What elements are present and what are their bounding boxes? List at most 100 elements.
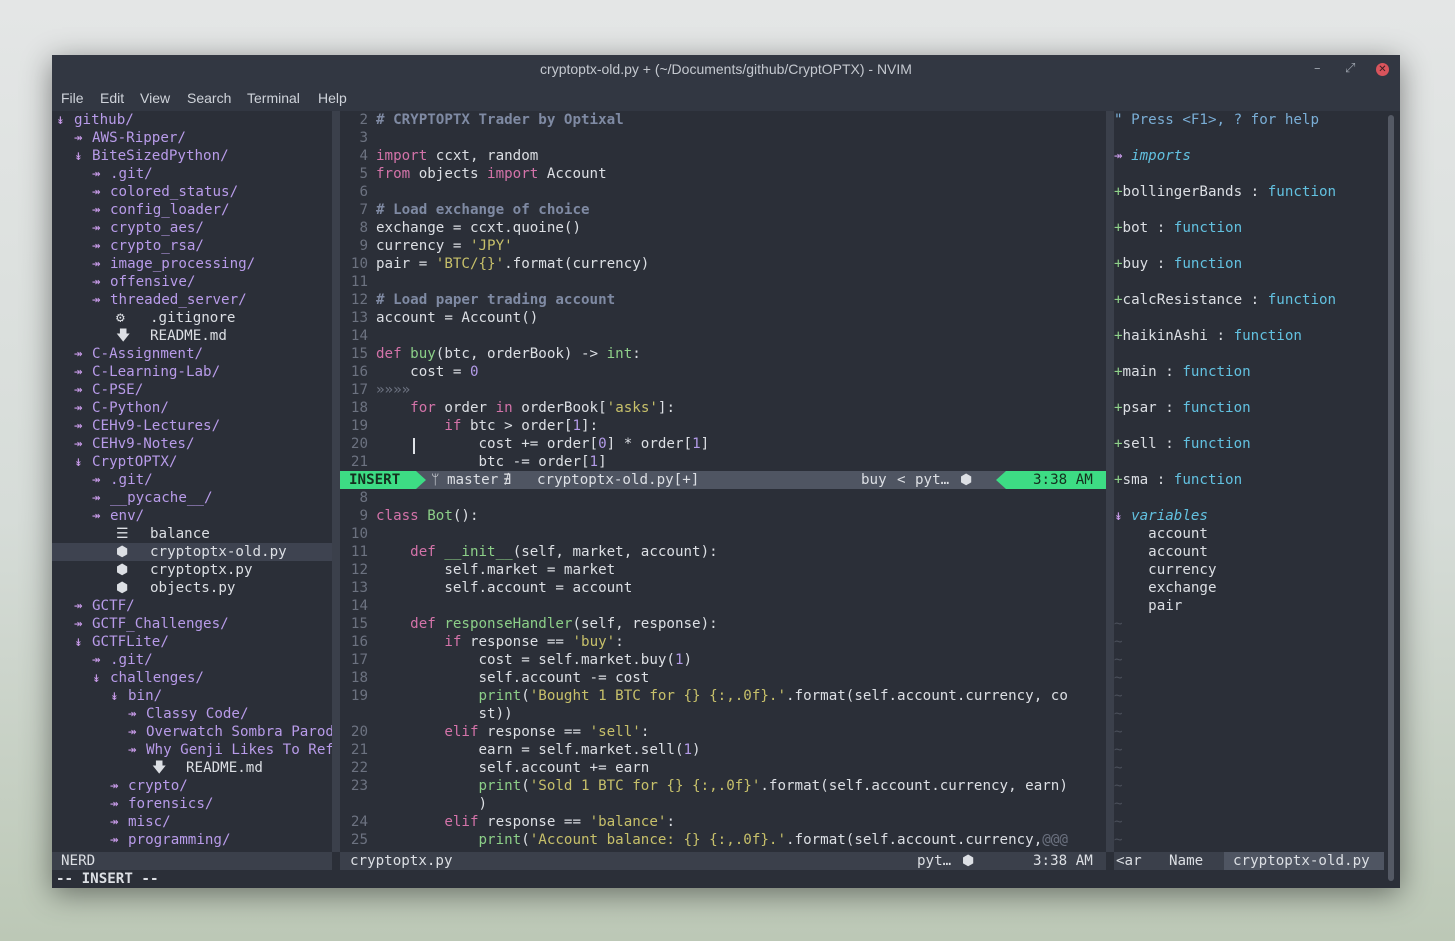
collapsed-arrow-icon[interactable]: ↠ bbox=[92, 651, 101, 669]
tagbar-panel[interactable]: " Press <F1>, ? for help ↠ imports +bollin… bbox=[1114, 111, 1384, 852]
code-line[interactable]: 6 bbox=[340, 183, 1106, 201]
collapsed-arrow-icon[interactable]: ↠ bbox=[74, 399, 83, 417]
terminal-scrollbar[interactable] bbox=[1384, 111, 1400, 888]
code-line[interactable]: 10 pair = 'BTC/{}'.format(currency) bbox=[340, 255, 1106, 273]
tree-row[interactable]: ⚙ .gitignore bbox=[52, 309, 332, 327]
code-line[interactable]: 14 bbox=[340, 327, 1106, 345]
collapsed-arrow-icon[interactable]: ↠ bbox=[92, 165, 101, 183]
code-line[interactable]: 17 cost = self.market.buy(1) bbox=[340, 651, 1106, 669]
tag-function-item[interactable]: +main : function bbox=[1114, 363, 1384, 381]
tree-row[interactable]: ↠ offensive/ bbox=[52, 273, 332, 291]
code-line[interactable]: 4 import ccxt, random bbox=[340, 147, 1106, 165]
tree-row[interactable]: 🡇 README.md bbox=[52, 327, 332, 345]
tree-row[interactable]: ⬢ cryptoptx-old.py bbox=[52, 543, 332, 561]
tag-function-item[interactable]: +sell : function bbox=[1114, 435, 1384, 453]
menu-help[interactable]: Help bbox=[318, 90, 347, 106]
tree-row[interactable]: ↡ bin/ bbox=[52, 687, 332, 705]
code-line[interactable]: 20 cost += order[0] * order[1] bbox=[340, 435, 1106, 453]
tree-row[interactable]: ↠ CEHv9-Lectures/ bbox=[52, 417, 332, 435]
tree-row[interactable]: ↠ GCTF/ bbox=[52, 597, 332, 615]
code-line[interactable]: 17 »»»» bbox=[340, 381, 1106, 399]
menu-terminal[interactable]: Terminal bbox=[247, 90, 300, 106]
terminal-area[interactable]: ↡ github/↠ AWS-Ripper/↡ BiteSizedPython/↠ .g… bbox=[52, 111, 1400, 888]
code-line[interactable]: ) bbox=[340, 795, 1106, 813]
collapsed-arrow-icon[interactable]: ↠ bbox=[110, 813, 119, 831]
collapsed-arrow-icon[interactable]: ↠ bbox=[74, 363, 83, 381]
collapsed-arrow-icon[interactable]: ↠ bbox=[128, 723, 137, 741]
code-line[interactable]: 9 class Bot(): bbox=[340, 507, 1106, 525]
tree-row[interactable]: ↠ .git/ bbox=[52, 651, 332, 669]
scrollbar-thumb[interactable] bbox=[1388, 115, 1394, 881]
tag-function-item[interactable]: +calcResistance : function bbox=[1114, 291, 1384, 309]
code-line[interactable]: 11 bbox=[340, 273, 1106, 291]
tree-row[interactable]: ↠ GCTF_Challenges/ bbox=[52, 615, 332, 633]
expanded-arrow-icon[interactable]: ↡ bbox=[110, 687, 119, 705]
collapsed-arrow-icon[interactable]: ↠ bbox=[92, 201, 101, 219]
collapsed-arrow-icon[interactable]: ↠ bbox=[110, 777, 119, 795]
collapsed-arrow-icon[interactable]: ↠ bbox=[74, 417, 83, 435]
collapsed-arrow-icon[interactable]: ↠ bbox=[92, 255, 101, 273]
minimize-button[interactable]: – bbox=[1314, 61, 1321, 76]
collapsed-arrow-icon[interactable]: ↠ bbox=[1114, 148, 1123, 164]
tree-row[interactable]: ↠ Why Genji Likes To Ref bbox=[52, 741, 332, 759]
tree-row[interactable]: ↠ Overwatch Sombra Parod bbox=[52, 723, 332, 741]
tree-row[interactable]: ⬢ objects.py bbox=[52, 579, 332, 597]
code-line[interactable]: 22 self.account += earn bbox=[340, 759, 1106, 777]
tag-function-item[interactable]: +bot : function bbox=[1114, 219, 1384, 237]
code-line[interactable]: 19 if btc > order[1]: bbox=[340, 417, 1106, 435]
code-line[interactable]: 21 btc -= order[1] bbox=[340, 453, 1106, 471]
code-line[interactable]: 14 bbox=[340, 597, 1106, 615]
tree-row[interactable]: ⬢ cryptoptx.py bbox=[52, 561, 332, 579]
tag-variable-item[interactable]: account bbox=[1114, 525, 1384, 543]
code-line[interactable]: 11 def __init__(self, market, account): bbox=[340, 543, 1106, 561]
code-line[interactable]: 8 exchange = ccxt.quoine() bbox=[340, 219, 1106, 237]
code-line[interactable]: st)) bbox=[340, 705, 1106, 723]
tree-row[interactable]: ↠ env/ bbox=[52, 507, 332, 525]
code-line[interactable]: 12 self.market = market bbox=[340, 561, 1106, 579]
code-line[interactable]: 25 print('Account balance: {} {:,.0f}.'.… bbox=[340, 831, 1106, 849]
menu-file[interactable]: File bbox=[61, 90, 84, 106]
tree-row[interactable]: ↡ BiteSizedPython/ bbox=[52, 147, 332, 165]
code-line[interactable]: 2 # CRYPTOPTX Trader by Optixal bbox=[340, 111, 1106, 129]
tree-row[interactable]: ↠ misc/ bbox=[52, 813, 332, 831]
code-line[interactable]: 5 from objects import Account bbox=[340, 165, 1106, 183]
code-line[interactable]: 13 account = Account() bbox=[340, 309, 1106, 327]
command-line[interactable]: -- INSERT -- bbox=[52, 870, 1384, 888]
collapsed-arrow-icon[interactable]: ↠ bbox=[110, 831, 119, 849]
tag-variable-item[interactable]: pair bbox=[1114, 597, 1384, 615]
tree-row[interactable]: ↠ C-Learning-Lab/ bbox=[52, 363, 332, 381]
tree-row[interactable]: ↠ C-Python/ bbox=[52, 399, 332, 417]
code-line[interactable]: 19 print('Bought 1 BTC for {} {:,.0f}.'.… bbox=[340, 687, 1106, 705]
nerdtree-panel[interactable]: ↡ github/↠ AWS-Ripper/↡ BiteSizedPython/↠ .g… bbox=[52, 111, 332, 852]
code-line[interactable]: 16 if response == 'buy': bbox=[340, 633, 1106, 651]
tag-function-item[interactable]: +buy : function bbox=[1114, 255, 1384, 273]
code-line[interactable]: 12 # Load paper trading account bbox=[340, 291, 1106, 309]
collapsed-arrow-icon[interactable]: ↠ bbox=[92, 183, 101, 201]
code-line[interactable]: 7 # Load exchange of choice bbox=[340, 201, 1106, 219]
expanded-arrow-icon[interactable]: ↡ bbox=[74, 147, 83, 165]
tree-row[interactable]: ↠ CEHv9-Notes/ bbox=[52, 435, 332, 453]
tag-variable-item[interactable]: account bbox=[1114, 543, 1384, 561]
collapsed-arrow-icon[interactable]: ↠ bbox=[74, 381, 83, 399]
tree-row[interactable]: ↠ crypto/ bbox=[52, 777, 332, 795]
collapsed-arrow-icon[interactable]: ↠ bbox=[92, 471, 101, 489]
close-button[interactable]: ✕ bbox=[1376, 63, 1389, 76]
code-line[interactable]: 15 def buy(btc, orderBook) -> int: bbox=[340, 345, 1106, 363]
tree-row[interactable]: ↠ AWS-Ripper/ bbox=[52, 129, 332, 147]
editor-pane-bottom[interactable]: 8 9 class Bot(): 10 11 def __init__(self, ma… bbox=[340, 489, 1106, 852]
collapsed-arrow-icon[interactable]: ↠ bbox=[74, 615, 83, 633]
code-line[interactable]: 24 elif response == 'balance': bbox=[340, 813, 1106, 831]
code-line[interactable]: 16 cost = 0 bbox=[340, 363, 1106, 381]
tagbar-separator[interactable] bbox=[1106, 111, 1114, 852]
tree-row[interactable]: ↡ github/ bbox=[52, 111, 332, 129]
tree-row[interactable]: ↠ crypto_aes/ bbox=[52, 219, 332, 237]
tree-row[interactable]: ↠ .git/ bbox=[52, 165, 332, 183]
collapsed-arrow-icon[interactable]: ↠ bbox=[110, 795, 119, 813]
split-separator[interactable] bbox=[332, 111, 340, 852]
tag-function-item[interactable]: +psar : function bbox=[1114, 399, 1384, 417]
expanded-arrow-icon[interactable]: ↡ bbox=[1114, 508, 1123, 524]
tree-row[interactable]: ↠ config_loader/ bbox=[52, 201, 332, 219]
tree-row[interactable]: ↠ __pycache__/ bbox=[52, 489, 332, 507]
tree-row[interactable]: ↠ Classy Code/ bbox=[52, 705, 332, 723]
code-line[interactable]: 8 bbox=[340, 489, 1106, 507]
